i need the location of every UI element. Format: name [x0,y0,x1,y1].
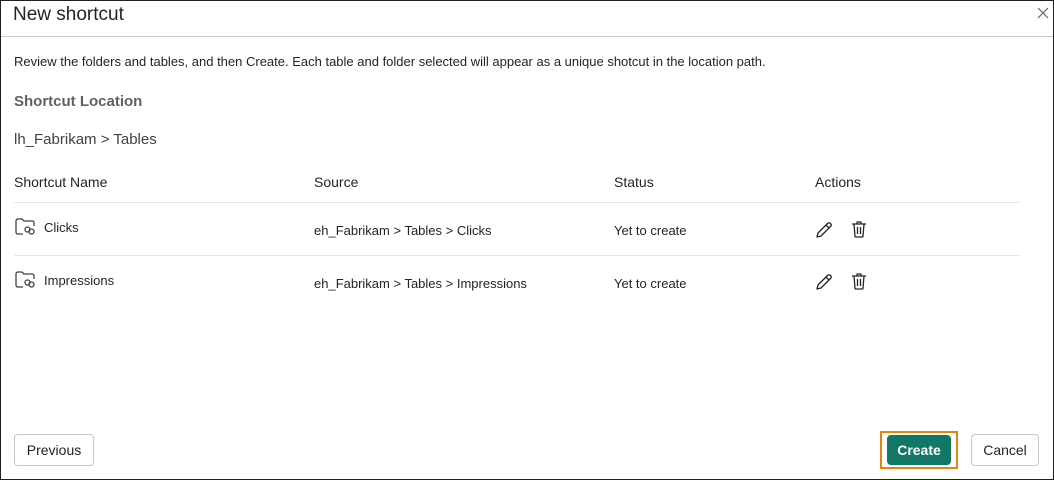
row-divider [14,255,1020,256]
column-header-source: Source [314,174,359,190]
column-header-actions: Actions [815,174,861,190]
shortcut-status: Yet to create [614,223,687,238]
previous-button[interactable]: Previous [14,434,94,466]
column-header-name: Shortcut Name [14,174,108,190]
shortcut-location-label: Shortcut Location [14,93,143,110]
column-header-status: Status [614,174,654,190]
shortcut-source: eh_Fabrikam > Tables > Impressions [314,276,527,291]
shortcut-source: eh_Fabrikam > Tables > Clicks [314,223,492,238]
folder-link-icon [15,271,35,288]
table-row-name: Impressions [14,270,114,290]
dialog-title: New shortcut [13,4,124,25]
shortcut-location-path: lh_Fabrikam > Tables [14,131,157,148]
shortcut-status: Yet to create [614,276,687,291]
close-icon[interactable] [1035,5,1051,21]
trash-icon[interactable] [849,271,869,291]
dialog-description: Review the folders and tables, and then … [14,54,766,69]
header-row-divider [14,202,1020,203]
table-row-name: Clicks [14,217,79,237]
shortcut-name: Impressions [44,272,115,288]
cancel-button[interactable]: Cancel [971,434,1039,466]
folder-link-icon [15,218,35,235]
trash-icon[interactable] [849,219,869,239]
pencil-icon[interactable] [814,220,834,240]
pencil-icon[interactable] [814,272,834,292]
new-shortcut-dialog: New shortcut Review the folders and tabl… [0,0,1054,480]
shortcut-name: Clicks [44,219,79,235]
create-button[interactable]: Create [887,435,951,465]
header-divider [1,36,1053,37]
